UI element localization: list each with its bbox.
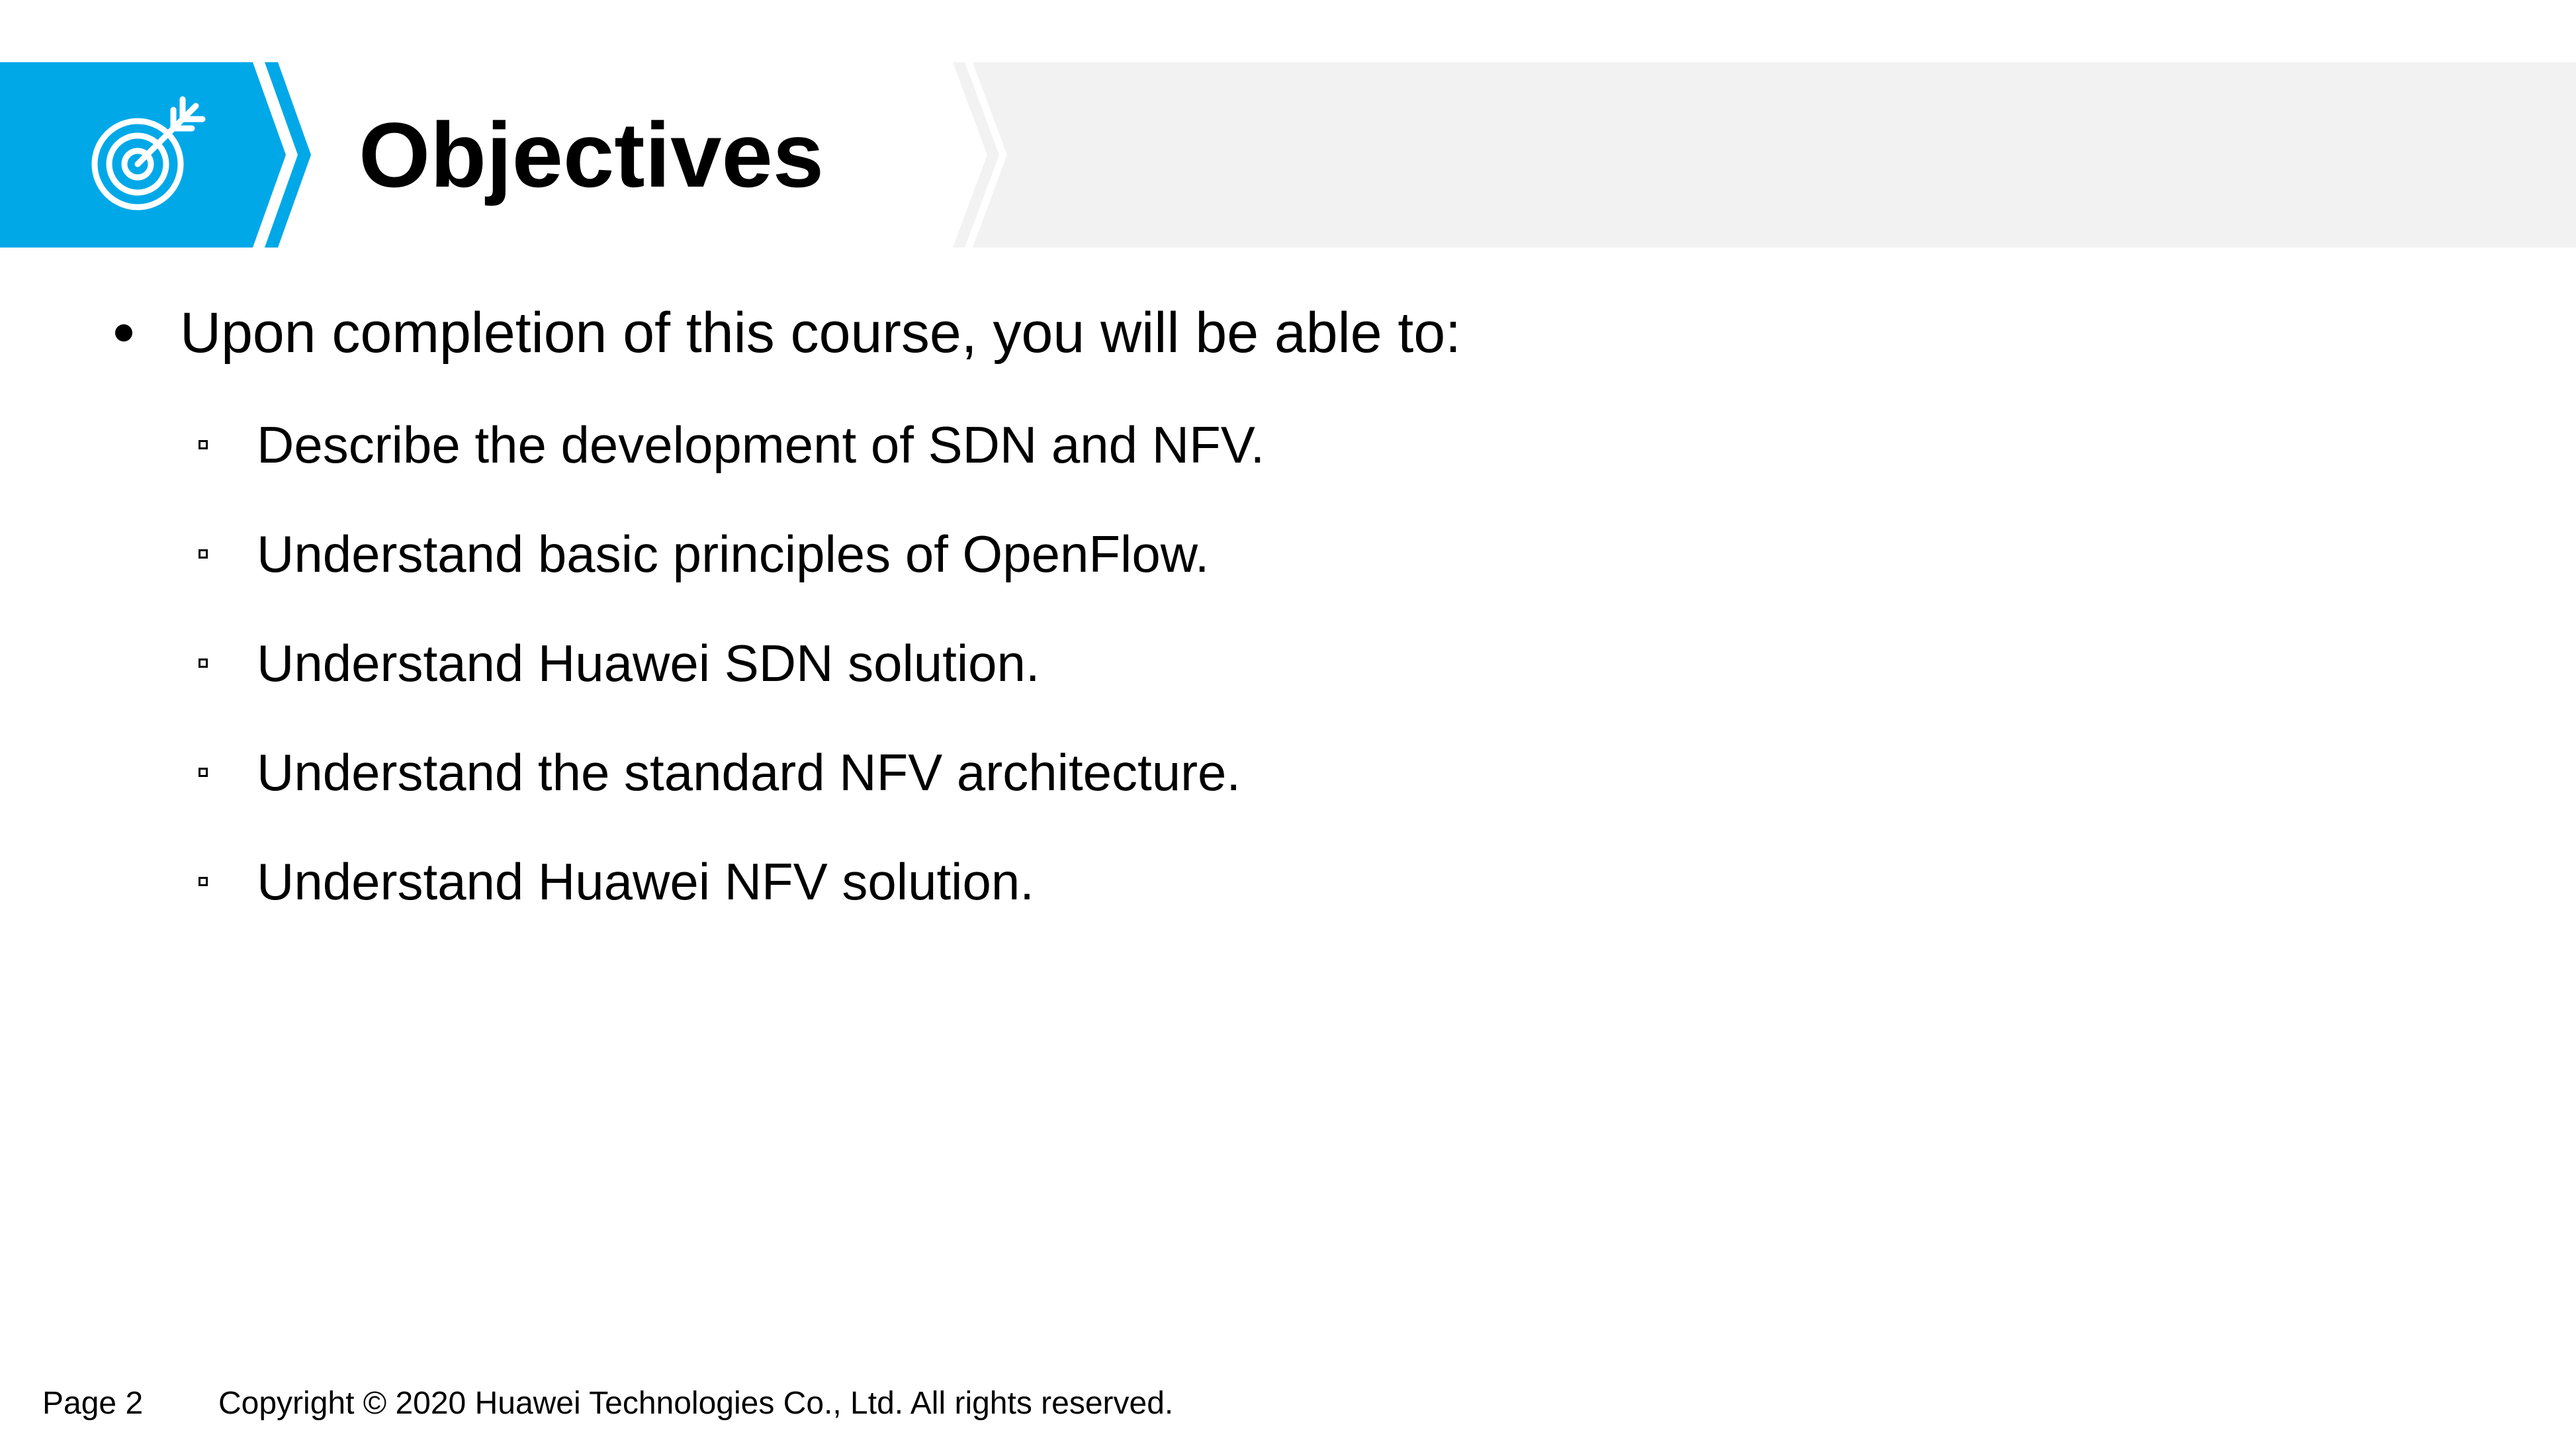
header-gray-band [973, 62, 2576, 248]
list-item-text: Understand the standard NFV architecture… [257, 743, 1241, 801]
bullet-intro: Upon completion of this course, you will… [106, 296, 1461, 369]
page-number: Page 2 [42, 1385, 144, 1421]
list-item: Describe the development of SDN and NFV. [199, 412, 1265, 478]
list-item-text: Understand Huawei SDN solution. [257, 633, 1040, 692]
slide: Objectives Upon completion of this cours… [0, 0, 2576, 1450]
square-bullet-icon [199, 658, 208, 668]
list-item: Understand Huawei NFV solution. [199, 848, 1034, 915]
square-bullet-icon [199, 877, 208, 886]
bullet-dot-icon [115, 324, 132, 341]
page-title: Objectives [359, 104, 824, 206]
list-item-text: Describe the development of SDN and NFV. [257, 415, 1265, 474]
list-item-text: Understand basic principles of OpenFlow. [257, 524, 1210, 583]
list-item-text: Understand Huawei NFV solution. [257, 852, 1034, 911]
square-bullet-icon [199, 768, 208, 777]
list-item: Understand Huawei SDN solution. [199, 630, 1040, 696]
list-item: Understand the standard NFV architecture… [199, 739, 1241, 805]
copyright-notice: Copyright © 2020 Huawei Technologies Co.… [218, 1385, 1174, 1421]
list-item: Understand basic principles of OpenFlow. [199, 521, 1209, 587]
footer: Page 2 Copyright © 2020 Huawei Technolog… [42, 1380, 1173, 1426]
bullet-intro-text: Upon completion of this course, you will… [180, 300, 1462, 365]
square-bullet-icon [199, 440, 208, 449]
square-bullet-icon [199, 549, 208, 559]
